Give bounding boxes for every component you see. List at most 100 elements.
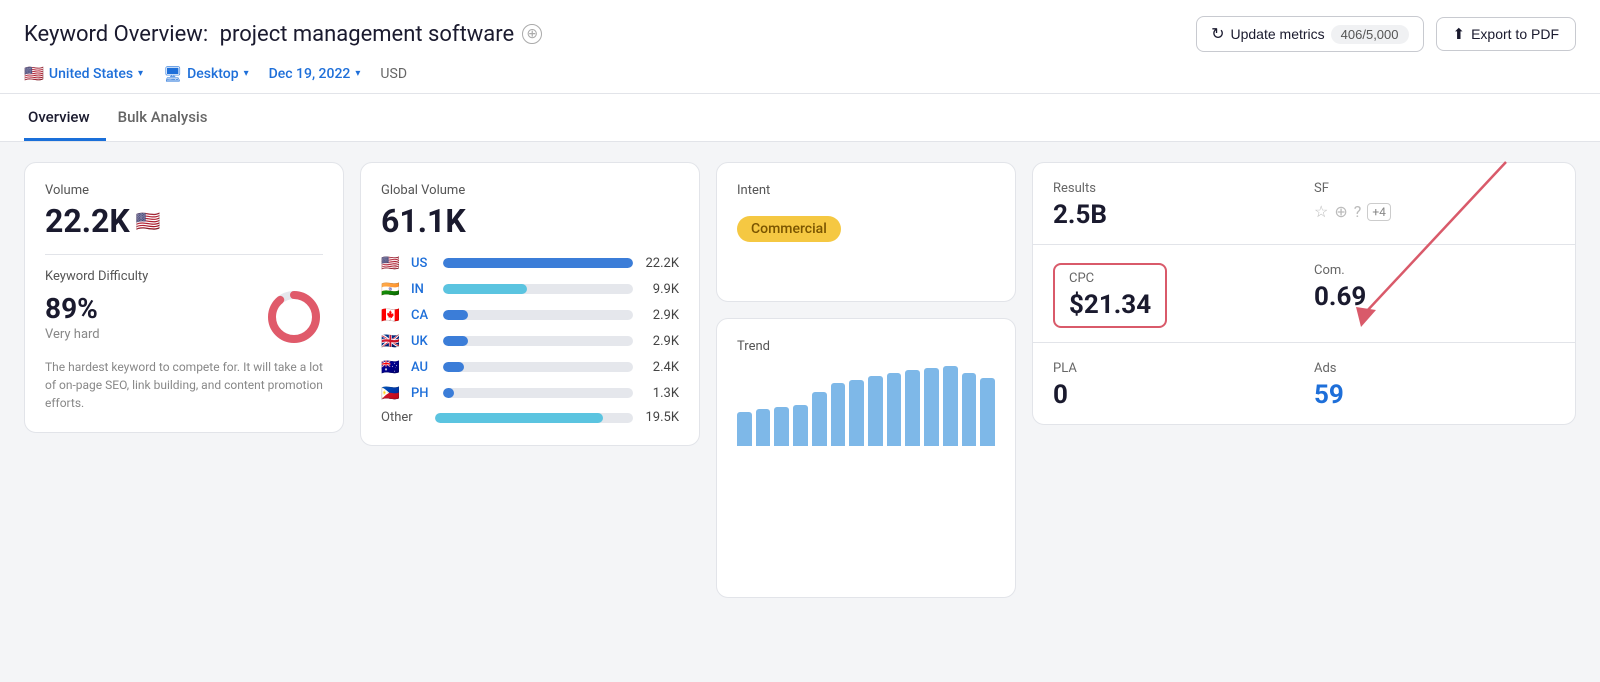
header-filters: 🇺🇸 United States ▾ 🖥 Desktop ▾ Dec 19, 2… (24, 64, 1576, 93)
cpc-label: CPC (1069, 271, 1151, 286)
code-in: IN (411, 282, 435, 297)
bar-bg-us (443, 258, 633, 268)
main-content: Volume 22.2K 🇺🇸 Keyword Difficulty 89% V… (0, 142, 1600, 618)
val-other: 19.5K (641, 410, 679, 425)
tabs-bar: Overview Bulk Analysis (0, 94, 1600, 142)
update-metrics-button[interactable]: ↻ Update metrics 406/5,000 (1196, 16, 1423, 52)
code-au: AU (411, 360, 435, 375)
val-us: 22.2K (641, 256, 679, 271)
pla-value: 0 (1053, 380, 1294, 410)
date-filter[interactable]: Dec 19, 2022 ▾ (269, 66, 361, 82)
trend-label: Trend (737, 339, 995, 354)
flag-us: 🇺🇸 (381, 254, 403, 272)
export-icon: ⬆ (1453, 25, 1466, 43)
trend-bar-item (962, 373, 977, 446)
results-block: Results 2.5B (1053, 181, 1294, 230)
divider (45, 254, 323, 255)
com-block: Com. 0.69 (1314, 263, 1555, 328)
country-filter[interactable]: 🇺🇸 United States ▾ (24, 64, 143, 83)
plus-icon: ⊕ (526, 26, 538, 42)
country-row-ca: 🇨🇦 CA 2.9K (381, 306, 679, 324)
bar-bg-au (443, 362, 633, 372)
country-row-au: 🇦🇺 AU 2.4K (381, 358, 679, 376)
pla-label: PLA (1053, 361, 1294, 376)
global-volume-label: Global Volume (381, 183, 679, 198)
bar-fill-us (443, 258, 633, 268)
trend-bar-item (812, 392, 827, 446)
trend-bar-item (756, 409, 771, 446)
metrics-col: Results 2.5B SF ☆ ⊕ ? +4 (1032, 162, 1576, 598)
bar-bg-ph (443, 388, 633, 398)
val-uk: 2.9K (641, 334, 679, 349)
flag-in: 🇮🇳 (381, 280, 403, 298)
page: Keyword Overview: project management sof… (0, 0, 1600, 682)
ads-block: Ads 59 (1314, 361, 1555, 410)
flag-ph: 🇵🇭 (381, 384, 403, 402)
bar-bg-ca (443, 310, 633, 320)
desktop-icon: 🖥 (163, 65, 182, 83)
pla-block: PLA 0 (1053, 361, 1294, 410)
kd-description: The hardest keyword to compete for. It w… (45, 358, 323, 412)
title-prefix: Keyword Overview: (24, 22, 208, 47)
country-row-us: 🇺🇸 US 22.2K (381, 254, 679, 272)
right-side: Intent Commercial Trend (716, 162, 1576, 598)
kd-label: Keyword Difficulty (45, 269, 323, 284)
bar-bg-uk (443, 336, 633, 346)
trend-bar-item (737, 412, 752, 446)
pla-ads-section: PLA 0 Ads 59 (1033, 343, 1575, 424)
tab-overview[interactable]: Overview (24, 94, 106, 141)
bar-fill-uk (443, 336, 468, 346)
question-icon[interactable]: ? (1354, 202, 1362, 221)
com-label: Com. (1314, 263, 1555, 278)
sf-block: SF ☆ ⊕ ? +4 (1314, 181, 1555, 230)
flag-au: 🇦🇺 (381, 358, 403, 376)
star-icon[interactable]: ☆ (1314, 202, 1328, 221)
bar-fill-au (443, 362, 464, 372)
trend-bar-item (980, 378, 995, 446)
trend-bar-item (868, 376, 883, 446)
sf-plus-badge[interactable]: +4 (1367, 203, 1391, 221)
code-uk: UK (411, 334, 435, 349)
cpc-row: CPC $21.34 Com. 0.69 (1053, 263, 1555, 328)
cpc-block: CPC $21.34 (1053, 263, 1294, 328)
device-filter[interactable]: 🖥 Desktop ▾ (163, 65, 249, 83)
intent-trend-col: Intent Commercial Trend (716, 162, 1016, 598)
metrics-inner: Results 2.5B SF ☆ ⊕ ? +4 (1032, 162, 1576, 425)
code-ph: PH (411, 386, 435, 401)
country-row-in: 🇮🇳 IN 9.9K (381, 280, 679, 298)
update-metrics-label: Update metrics (1231, 26, 1325, 42)
com-value: 0.69 (1314, 282, 1555, 312)
country-row-ph: 🇵🇭 PH 1.3K (381, 384, 679, 402)
kd-value: 89% (45, 292, 251, 325)
volume-card: Volume 22.2K 🇺🇸 Keyword Difficulty 89% V… (24, 162, 344, 433)
update-count-badge: 406/5,000 (1331, 25, 1409, 44)
code-ca: CA (411, 308, 435, 323)
export-label: Export to PDF (1471, 26, 1559, 42)
trend-bar-item (924, 368, 939, 446)
trend-bar-item (887, 373, 902, 446)
chevron-down-icon-3: ▾ (355, 68, 360, 79)
bar-bg-in (443, 284, 633, 294)
bar-fill-ph (443, 388, 454, 398)
link-icon[interactable]: ⊕ (1334, 202, 1347, 221)
sf-label: SF (1314, 181, 1555, 196)
trend-card: Trend (716, 318, 1016, 598)
page-title: Keyword Overview: project management sof… (24, 22, 514, 47)
date-label: Dec 19, 2022 (269, 66, 351, 82)
code-us: US (411, 256, 435, 271)
keyword-text: project management software (220, 22, 515, 47)
chevron-down-icon: ▾ (138, 68, 143, 79)
val-ph: 1.3K (641, 386, 679, 401)
bar-fill-other (435, 413, 603, 423)
add-keyword-button[interactable]: ⊕ (522, 24, 542, 44)
pla-ads-row: PLA 0 Ads 59 (1053, 361, 1555, 410)
global-volume-value: 61.1K (381, 202, 679, 240)
val-au: 2.4K (641, 360, 679, 375)
tab-bulk-analysis[interactable]: Bulk Analysis (114, 94, 224, 141)
results-row: Results 2.5B SF ☆ ⊕ ? +4 (1053, 181, 1555, 230)
export-pdf-button[interactable]: ⬆ Export to PDF (1436, 17, 1577, 51)
header: Keyword Overview: project management sof… (0, 0, 1600, 94)
country-label: United States (49, 66, 133, 82)
header-top: Keyword Overview: project management sof… (24, 16, 1576, 52)
device-label: Desktop (187, 66, 238, 82)
